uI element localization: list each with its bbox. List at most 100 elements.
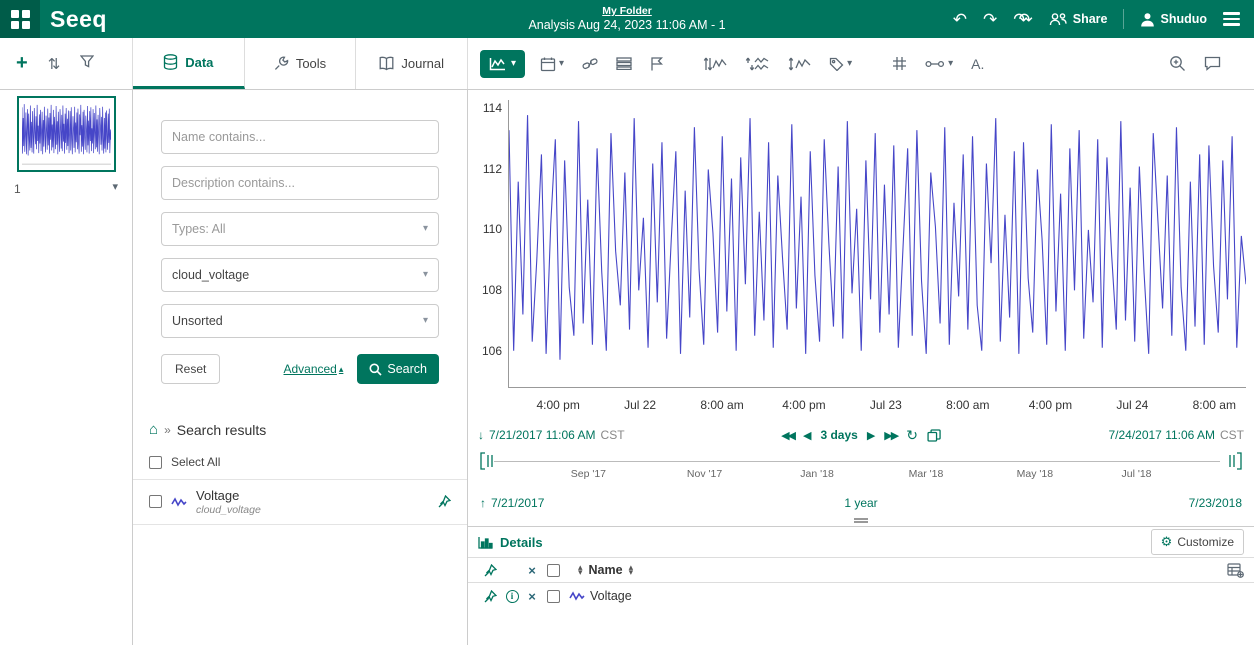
worksheet-toolbar: + ⇅ <box>0 38 133 89</box>
timeline-track[interactable] <box>494 461 1220 462</box>
panel-tabs: Data Tools Journal <box>133 38 468 89</box>
sort-icon[interactable]: ▴▾ <box>578 565 583 575</box>
hamburger-menu-icon[interactable] <box>1223 12 1240 26</box>
labels-button[interactable]: ▾ <box>826 54 855 74</box>
result-checkbox[interactable] <box>149 495 162 508</box>
range-start[interactable]: 7/21/2017 11:06 AM <box>489 428 596 442</box>
investigate-duration[interactable]: 1 year <box>844 496 877 510</box>
pin-column-icon[interactable] <box>478 564 502 577</box>
one-lane-button[interactable] <box>700 54 730 74</box>
tab-tools[interactable]: Tools <box>245 38 357 89</box>
select-all-label: Select All <box>171 455 220 469</box>
tab-data[interactable]: Data <box>133 38 245 89</box>
step-forward-icon[interactable]: ▶ <box>867 429 875 442</box>
worksheet-thumbnail[interactable] <box>17 96 116 172</box>
book-icon <box>379 56 394 71</box>
share-button[interactable]: Share <box>1049 12 1108 26</box>
sort-dropdown[interactable]: Unsorted ▾ <box>161 304 439 338</box>
timeline-left-handle[interactable] <box>480 452 496 470</box>
types-dropdown[interactable]: Types: All ▾ <box>161 212 439 246</box>
comment-button[interactable] <box>1201 53 1224 74</box>
select-all-checkbox[interactable] <box>149 456 162 469</box>
link-icon <box>582 57 598 71</box>
info-icon[interactable]: i <box>506 590 519 603</box>
table-settings-icon[interactable] <box>1227 563 1244 578</box>
gridlines-button[interactable] <box>889 53 910 74</box>
investigate-start[interactable]: 7/21/2017 <box>491 496 544 510</box>
step-back-icon[interactable]: ◀ <box>803 429 811 442</box>
tab-journal[interactable]: Journal <box>356 38 468 89</box>
share-label: Share <box>1073 12 1108 26</box>
x-tick: 8:00 am <box>1193 398 1236 412</box>
x-tick: 8:00 am <box>946 398 989 412</box>
home-icon[interactable]: ⌂ <box>149 421 158 438</box>
timeline-right-handle[interactable] <box>1226 452 1242 470</box>
details-select-all-checkbox[interactable] <box>547 564 560 577</box>
redo-icon[interactable]: ↷ <box>983 11 997 28</box>
table-button[interactable] <box>613 54 635 73</box>
undo-icon[interactable]: ↶ <box>953 11 967 28</box>
trend-chart[interactable]: 114 112 110 108 106 4:00 pm Jul 22 8:00 … <box>468 90 1254 422</box>
new-worksheet-button[interactable]: + <box>16 52 28 75</box>
report-button[interactable] <box>647 54 666 74</box>
reset-button[interactable]: Reset <box>161 354 220 384</box>
trend-view-button[interactable]: ▾ <box>480 50 525 78</box>
filter-worksheets-icon[interactable] <box>80 55 94 72</box>
forward-all-icon[interactable]: ↷↷ <box>1013 11 1033 28</box>
samples-button[interactable]: ▾ <box>922 56 956 72</box>
apps-menu-button[interactable] <box>0 0 40 38</box>
step-far-back-icon[interactable]: ◀◀ <box>781 429 794 442</box>
date-range-button[interactable]: ▾ <box>537 53 567 75</box>
advanced-link[interactable]: Advanced ▴ <box>283 362 343 376</box>
name-column-header[interactable]: Name <box>589 563 623 577</box>
timeline-tick: Sep '17 <box>571 468 606 480</box>
investigate-end[interactable]: 7/23/2018 <box>1189 496 1242 510</box>
one-axis-icon <box>787 57 811 71</box>
pin-icon[interactable] <box>478 590 502 603</box>
investigate-start-icon: ↑ <box>480 496 486 510</box>
copy-range-icon[interactable] <box>927 429 941 442</box>
investigate-timeline[interactable]: Sep '17 Nov '17 Jan '18 Mar '18 May '18 … <box>480 452 1242 492</box>
flag-icon <box>650 57 663 71</box>
data-panel: Types: All ▾ cloud_voltage ▾ Unsorted ▾ … <box>133 90 468 645</box>
one-lane-icon <box>703 57 727 71</box>
remove-item-icon[interactable]: × <box>522 589 542 604</box>
breadcrumb[interactable]: My Folder <box>528 5 725 18</box>
chevron-up-icon: ▴ <box>339 364 344 375</box>
asset-dropdown[interactable]: cloud_voltage ▾ <box>161 258 439 292</box>
tab-tools-label: Tools <box>296 56 326 71</box>
tag-icon <box>829 57 844 71</box>
zoom-button[interactable] <box>1166 52 1189 75</box>
seeq-logo: Seeq <box>50 6 107 33</box>
search-button[interactable]: Search <box>357 354 439 384</box>
x-tick: 4:00 pm <box>782 398 825 412</box>
worksheet-collapse-icon[interactable]: ▾ <box>112 182 118 196</box>
one-axis-button[interactable] <box>784 54 814 74</box>
link-button[interactable] <box>579 54 601 74</box>
description-contains-input[interactable] <box>161 166 439 200</box>
customize-button[interactable]: ⚙ Customize <box>1151 529 1244 555</box>
table-row[interactable]: i × Voltage <box>468 583 1254 609</box>
sort-icon[interactable]: ▴▾ <box>629 565 634 575</box>
row-checkbox[interactable] <box>547 590 560 603</box>
step-far-forward-icon[interactable]: ▶▶ <box>884 429 897 442</box>
wrench-icon <box>274 56 289 71</box>
list-item[interactable]: Voltage cloud_voltage <box>133 480 467 525</box>
plot-area[interactable] <box>508 100 1246 388</box>
range-duration[interactable]: 3 days <box>820 428 857 442</box>
annotate-button[interactable]: A. <box>968 53 987 75</box>
user-menu[interactable]: Shuduo <box>1140 12 1207 27</box>
refresh-icon[interactable]: ↻ <box>906 427 918 444</box>
trend-area: 114 112 110 108 106 4:00 pm Jul 22 8:00 … <box>468 90 1254 645</box>
row-name: Voltage <box>590 589 632 603</box>
pin-icon[interactable] <box>438 495 451 508</box>
chart-toolbar: ▾ ▾ <box>468 38 1254 89</box>
panel-splitter[interactable] <box>468 514 1254 526</box>
split-lanes-button[interactable] <box>742 54 772 74</box>
details-title: Details <box>500 535 543 550</box>
reorder-worksheets-icon[interactable]: ⇅ <box>48 55 61 73</box>
name-contains-input[interactable] <box>161 120 439 154</box>
range-end[interactable]: 7/24/2017 11:06 AM <box>1108 428 1215 442</box>
remove-all-icon[interactable]: × <box>522 563 542 578</box>
chevron-down-icon: ▾ <box>423 224 428 234</box>
